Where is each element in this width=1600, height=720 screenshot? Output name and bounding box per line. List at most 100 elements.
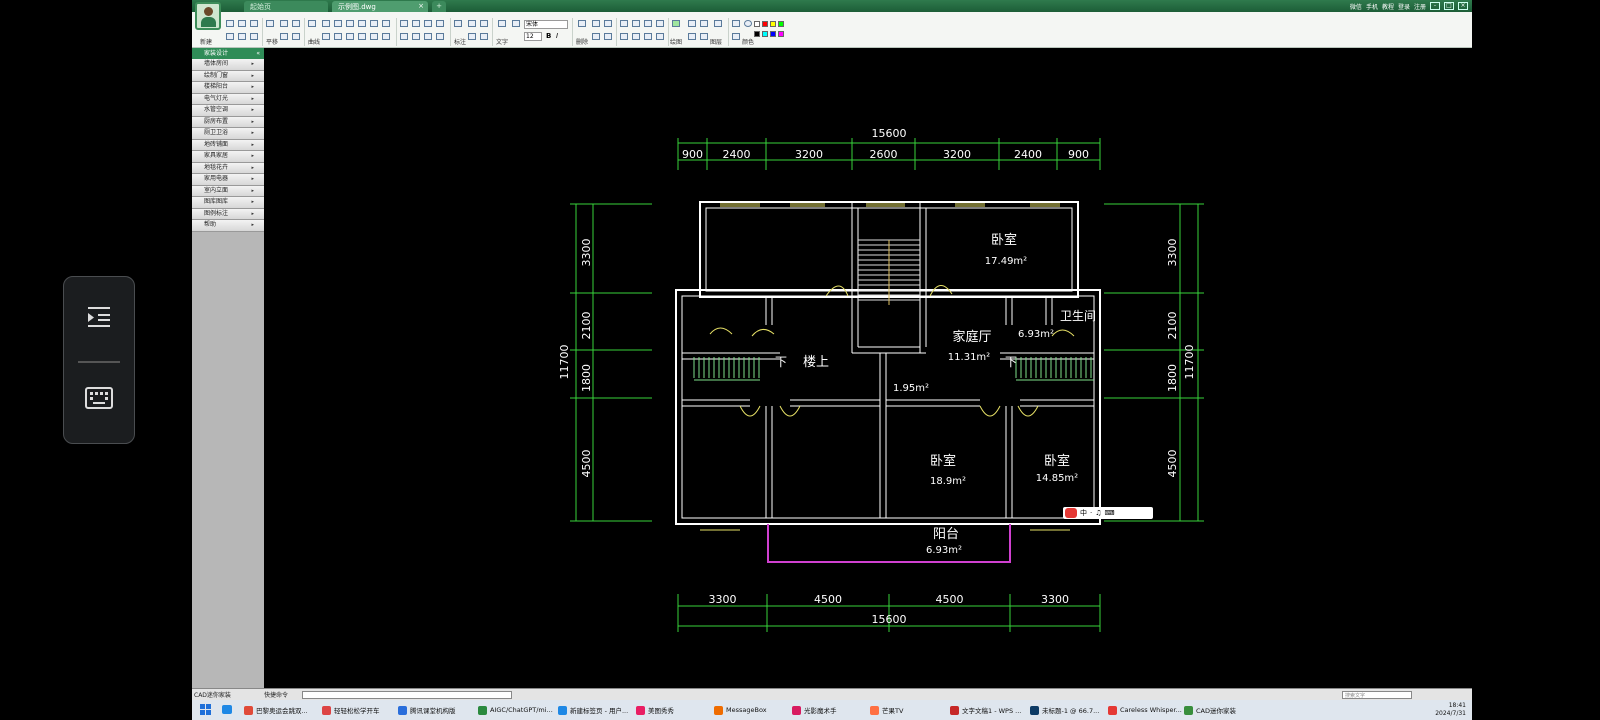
sidebar-item[interactable]: 水管空调 ▸	[192, 105, 264, 117]
ime-toolbar[interactable]: 中 · ♫ ⌨	[1063, 507, 1153, 519]
sidebar-item[interactable]: 家用电器 ▸	[192, 174, 264, 186]
scale-icon[interactable]	[424, 33, 432, 40]
color-swatch-white[interactable]	[754, 21, 760, 27]
sidebar-item[interactable]: 厨房布置 ▸	[192, 116, 264, 128]
spline-icon[interactable]	[322, 33, 330, 40]
color-swatch-cyan[interactable]	[762, 31, 768, 37]
phone-link[interactable]: 手机	[1366, 2, 1378, 11]
wechat-link[interactable]: 微信	[1350, 2, 1362, 11]
color-swatch-yellow[interactable]	[770, 21, 776, 27]
taskbar-app[interactable]: 光影魔术手	[792, 703, 837, 717]
zoom-window-icon[interactable]	[280, 33, 288, 40]
leader-icon[interactable]	[480, 33, 488, 40]
search-text-input[interactable]: 搜索文字	[1342, 691, 1412, 699]
italic-button[interactable]: I	[556, 32, 558, 40]
chat-icon[interactable]	[222, 705, 232, 714]
taskbar-app[interactable]: 美图秀秀	[636, 703, 674, 717]
taskbar-app[interactable]: 新建标签页 - 用户...	[558, 703, 628, 717]
block-icon[interactable]	[370, 33, 378, 40]
stretch-icon[interactable]	[632, 33, 640, 40]
match-prop-icon[interactable]	[604, 33, 612, 40]
open-icon[interactable]	[226, 20, 234, 27]
sidebar-item[interactable]: 图库图库 ▸	[192, 197, 264, 209]
dimension-icon[interactable]	[454, 20, 462, 27]
ime-voice[interactable]: ♫	[1095, 509, 1101, 517]
taskbar-app[interactable]: 文字文稿1 - WPS ...	[950, 703, 1021, 717]
picture-icon[interactable]	[700, 20, 708, 27]
layer-icon[interactable]	[714, 20, 722, 27]
array-icon[interactable]	[436, 33, 444, 40]
drawing-canvas[interactable]: 15600 900 2400 3200 2600 3200 2400 900 3300 4500 4…	[264, 48, 1472, 688]
ime-punct[interactable]: ·	[1090, 509, 1092, 517]
ime-keyboard[interactable]: ⌨	[1105, 509, 1115, 517]
color-swatch-green[interactable]	[778, 21, 784, 27]
polygon-icon[interactable]	[382, 20, 390, 27]
taskbar-app[interactable]: Careless Whisper...	[1108, 703, 1182, 717]
trim-icon[interactable]	[412, 20, 420, 27]
hatch-icon[interactable]	[334, 33, 342, 40]
rectangle-icon[interactable]	[358, 20, 366, 27]
close-button[interactable]: ×	[1458, 2, 1468, 10]
aligned-dim-icon[interactable]	[468, 20, 476, 27]
refresh-icon[interactable]	[644, 20, 652, 27]
layer-list-icon[interactable]	[732, 20, 740, 27]
angular-dim-icon[interactable]	[480, 20, 488, 27]
sidebar-item[interactable]: 地毯花卉 ▸	[192, 162, 264, 174]
sidebar-header[interactable]: 家装设计 «	[192, 48, 264, 59]
taskbar-app[interactable]: AIGC/ChatGPT/mi...	[478, 703, 553, 717]
taskbar-app[interactable]: 未标题-1 @ 66.7...	[1030, 703, 1099, 717]
sidebar-item[interactable]: 绘制门窗 ▸	[192, 70, 264, 82]
color-swatch-red[interactable]	[762, 21, 768, 27]
sidebar-item[interactable]: 楼梯阳台 ▸	[192, 82, 264, 94]
indent-icon[interactable]	[86, 305, 112, 329]
table-icon[interactable]	[382, 33, 390, 40]
taskbar-app[interactable]: CAD迷你家装	[1184, 703, 1236, 717]
maximize-button[interactable]: □	[1444, 2, 1454, 10]
sidebar-item[interactable]: 地砖铺面 ▸	[192, 139, 264, 151]
sidebar-item[interactable]: 墙体房间 ▸	[192, 59, 264, 71]
sidebar-item[interactable]: 电气灯光 ▸	[192, 93, 264, 105]
tab-start-page[interactable]: 起始页	[244, 1, 328, 12]
taskbar-app[interactable]: 巴黎奥运会跳双...	[244, 703, 308, 717]
tutorial-link[interactable]: 教程	[1382, 2, 1394, 11]
color-wheel-icon[interactable]	[744, 20, 752, 27]
zoom-all-icon[interactable]	[292, 33, 300, 40]
join-icon[interactable]	[656, 33, 664, 40]
print-icon[interactable]	[226, 33, 234, 40]
image-icon[interactable]	[688, 20, 696, 27]
sidebar-item[interactable]: 家具家居 ▸	[192, 151, 264, 163]
pen-icon[interactable]	[672, 20, 680, 27]
system-clock[interactable]: 18:41 2024/7/31	[1435, 702, 1466, 717]
ime-lang[interactable]: 中	[1080, 508, 1087, 518]
layout-icon[interactable]	[688, 33, 696, 40]
zoom-in-icon[interactable]	[280, 20, 288, 27]
new-tab-button[interactable]: +	[432, 1, 446, 12]
command-input[interactable]	[302, 691, 512, 699]
offset-icon[interactable]	[400, 20, 408, 27]
font-select[interactable]: 宋体	[524, 20, 568, 29]
circle-icon[interactable]	[346, 20, 354, 27]
save-as-icon[interactable]	[250, 20, 258, 27]
taskbar-app[interactable]: 芒果TV	[870, 703, 903, 717]
explode-icon[interactable]	[620, 33, 628, 40]
print-preview-icon[interactable]	[700, 33, 708, 40]
sogou-icon[interactable]	[1065, 508, 1077, 518]
font-size-select[interactable]: 12	[524, 32, 542, 41]
ellipse-icon[interactable]	[370, 20, 378, 27]
copy-icon[interactable]	[592, 20, 600, 27]
export-icon[interactable]	[238, 33, 246, 40]
tab-file[interactable]: 示例图.dwg ×	[332, 1, 428, 12]
sidebar-item[interactable]: 图例标注 ▸	[192, 208, 264, 220]
color-swatch-magenta[interactable]	[778, 31, 784, 37]
login-link[interactable]: 登录	[1398, 2, 1410, 11]
bold-button[interactable]: B	[546, 32, 551, 40]
taskbar-app[interactable]: 腾讯课堂机构版	[398, 703, 456, 717]
text-icon[interactable]	[498, 20, 506, 27]
polyline-icon[interactable]	[322, 20, 330, 27]
import-icon[interactable]	[250, 33, 258, 40]
arc-icon[interactable]	[334, 20, 342, 27]
move-icon[interactable]	[620, 20, 628, 27]
point-icon[interactable]	[346, 33, 354, 40]
keyboard-icon[interactable]	[85, 387, 113, 409]
sidebar-item[interactable]: 帮助 ▸	[192, 220, 264, 232]
